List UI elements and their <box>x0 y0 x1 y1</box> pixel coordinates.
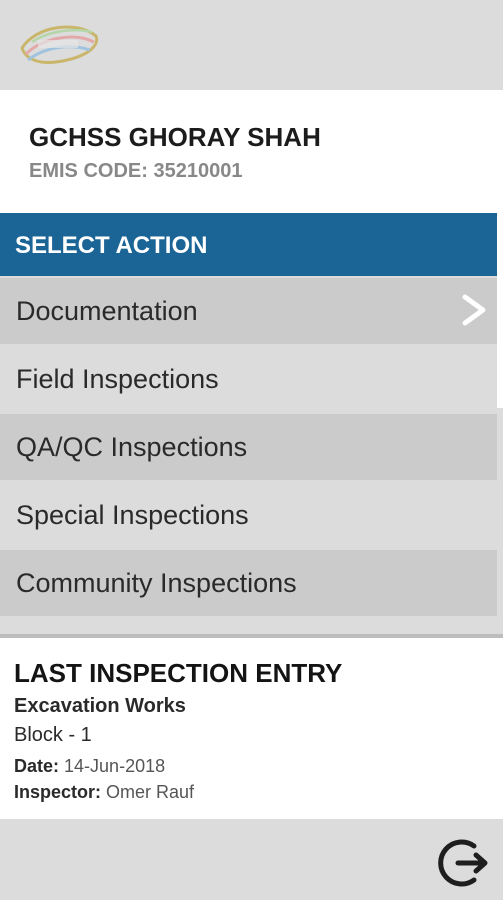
select-action-header: SELECT ACTION <box>0 213 497 276</box>
inspector-value: Omer Rauf <box>106 782 195 802</box>
school-card: GCHSS GHORAY SHAH EMIS CODE: 35210001 <box>0 90 503 213</box>
inspector-row: Inspector: Omer Rauf <box>14 782 194 803</box>
menu-item-label: Field Inspections <box>16 364 219 394</box>
menu-item-label: Special Inspections <box>16 500 249 530</box>
menu-item-label: Documentation <box>16 296 198 326</box>
menu-item-field-inspections[interactable]: Field Inspections <box>0 346 497 412</box>
refresh-icon[interactable] <box>430 836 490 890</box>
inspection-block: Block - 1 <box>14 724 92 746</box>
school-name: GCHSS GHORAY SHAH <box>29 122 321 152</box>
menu-item-documentation[interactable]: Documentation <box>0 278 497 344</box>
select-action-label: SELECT ACTION <box>15 232 208 259</box>
menu-item-qaqc-inspections[interactable]: QA/QC Inspections <box>0 414 497 480</box>
menu-item-community-inspections[interactable]: Community Inspections <box>0 550 497 616</box>
date-label: Date: <box>14 756 60 776</box>
chevron-right-icon <box>462 294 486 326</box>
menu-item-special-inspections[interactable]: Special Inspections <box>0 482 497 548</box>
inspection-date-row: Date: 14-Jun-2018 <box>14 756 165 777</box>
scrollbar[interactable] <box>497 206 503 408</box>
app-logo-icon <box>20 25 99 64</box>
top-bar <box>0 0 503 90</box>
inspector-label: Inspector: <box>14 782 102 802</box>
last-inspection-title: LAST INSPECTION ENTRY <box>14 658 343 688</box>
date-value: 14-Jun-2018 <box>64 756 166 776</box>
last-inspection-card: LAST INSPECTION ENTRY Excavation Works B… <box>0 638 503 819</box>
menu-item-label: Community Inspections <box>16 568 297 598</box>
inspection-work: Excavation Works <box>14 695 186 717</box>
menu-item-label: QA/QC Inspections <box>16 432 248 462</box>
emis-code: EMIS CODE: 35210001 <box>29 160 243 182</box>
